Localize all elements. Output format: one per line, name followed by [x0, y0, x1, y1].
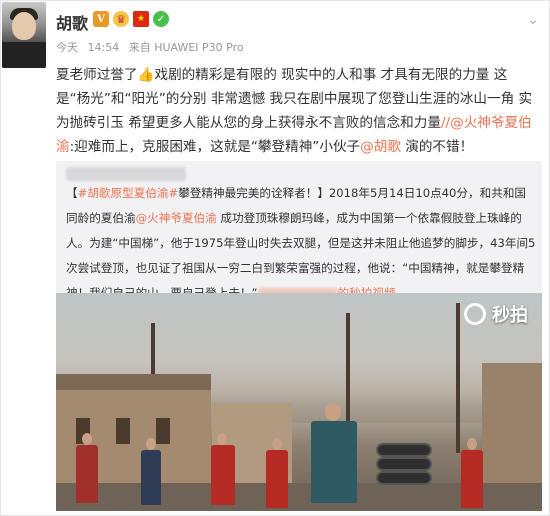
building-window — [156, 418, 170, 444]
building — [482, 363, 542, 498]
video-watermark: 秒拍 — [464, 301, 528, 327]
person-body — [211, 445, 235, 505]
reposted-card[interactable]: 【#胡歌原型夏伯渝#攀登精神最完美的诠释者！】2018年5月14日10点40分，… — [56, 161, 542, 511]
person-body — [141, 450, 161, 505]
person-head — [146, 438, 156, 450]
flag-badge-icon[interactable]: ★ — [133, 11, 149, 27]
chevron-down-icon[interactable]: ⌄ — [527, 12, 539, 28]
tire — [376, 443, 432, 457]
verified-badge-icon[interactable]: V — [93, 11, 109, 27]
tree — [456, 303, 460, 453]
person-head — [325, 403, 341, 421]
tire — [376, 471, 432, 485]
bracket: 【 — [66, 186, 78, 200]
reposted-text: 【#胡歌原型夏伯渝#攀登精神最完美的诠释者！】2018年5月14日10点40分，… — [66, 181, 536, 306]
tire — [376, 457, 432, 471]
post-source: 来自 HUAWEI P30 Pro — [128, 41, 244, 54]
avatar-suit — [2, 42, 46, 68]
content-text: 夏老师过誉了 — [56, 67, 138, 83]
watermark-text: 秒拍 — [492, 305, 528, 326]
post-meta: 今天 14:54 来自 HUAWEI P30 Pro — [56, 39, 250, 55]
person-head — [467, 438, 477, 450]
reposted-username-blurred[interactable] — [66, 167, 186, 181]
mention-link[interactable]: @火神爷夏伯渝 — [136, 211, 217, 225]
person-head — [82, 433, 92, 445]
building-roof — [56, 374, 211, 390]
post-date[interactable]: 今天 — [56, 41, 78, 54]
crown-badge-icon[interactable]: ♛ — [113, 11, 129, 27]
avatar[interactable] — [2, 2, 46, 68]
person-body — [76, 445, 98, 503]
username[interactable]: 胡歌 — [56, 10, 88, 34]
thumbs-up-icon: 👍 — [137, 67, 155, 83]
person-body — [266, 450, 288, 508]
avatar-face — [12, 12, 36, 40]
building-window — [116, 418, 130, 444]
person-body — [311, 421, 357, 503]
miaopai-logo-icon — [464, 303, 486, 325]
person-head — [217, 433, 227, 445]
content-text: 演的不错！ — [400, 139, 474, 155]
topic-link[interactable]: #胡歌原型夏伯渝# — [78, 186, 179, 200]
post-time[interactable]: 14:54 — [88, 41, 120, 54]
content-text: :迎难而上，克服困难，这就是“攀登精神”小伙子 — [69, 139, 361, 155]
weibo-post: 胡歌 V ♛ ★ ✓ 今天 14:54 来自 HUAWEI P30 Pro ⌄ … — [0, 0, 550, 516]
person-body — [461, 450, 483, 508]
post-content: 夏老师过誉了👍戏剧的精彩是有限的 现实中的人和事 才具有无限的力量 这是“杨光”… — [56, 63, 536, 159]
tire-stack — [376, 443, 432, 487]
mention-link[interactable]: @胡歌 — [360, 139, 401, 155]
member-badge-icon[interactable]: ✓ — [153, 11, 169, 27]
badge-row: V ♛ ★ ✓ — [93, 11, 169, 27]
video-thumbnail[interactable]: 秒拍 — [56, 293, 542, 511]
person-head — [272, 438, 282, 450]
